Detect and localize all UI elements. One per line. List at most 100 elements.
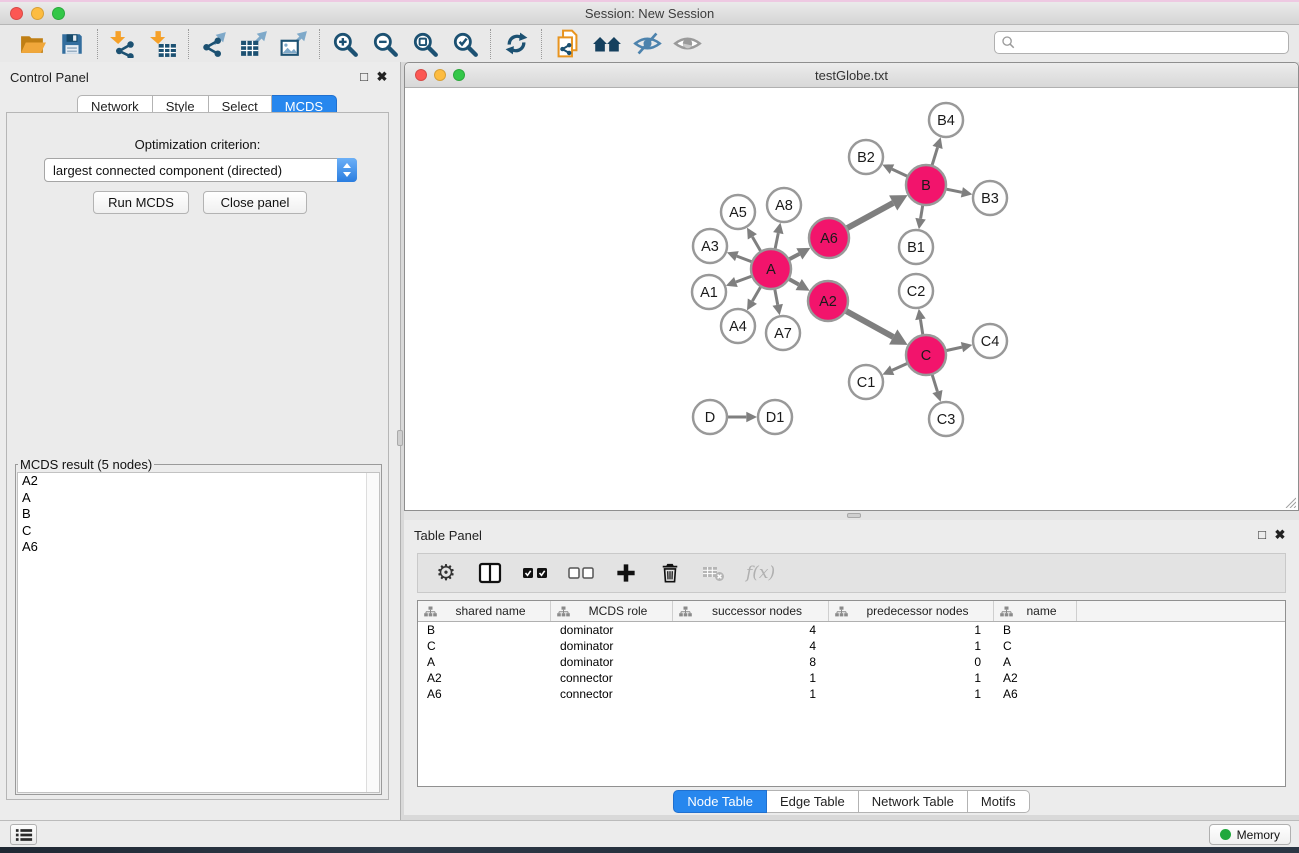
close-table-panel-icon[interactable]: ✖ xyxy=(1272,527,1288,543)
table-cell[interactable]: B xyxy=(418,622,551,638)
run-mcds-button[interactable]: Run MCDS xyxy=(93,191,189,214)
deselect-all-icon xyxy=(568,566,594,580)
select-all-checked-icon xyxy=(522,566,548,580)
table-cell[interactable]: C xyxy=(418,638,551,654)
table-cell[interactable]: B xyxy=(994,622,1077,638)
result-item[interactable]: A6 xyxy=(18,539,379,556)
node-label: B3 xyxy=(981,191,999,207)
table-cell[interactable]: A xyxy=(418,654,551,670)
import-network-button[interactable] xyxy=(103,28,143,60)
table-cell[interactable]: dominator xyxy=(551,622,673,638)
hide-selected-button[interactable] xyxy=(627,28,667,60)
optimization-criterion-select[interactable]: largest connected component (directed) xyxy=(44,158,357,182)
export-table-button[interactable] xyxy=(234,28,274,60)
close-panel-button[interactable]: Close panel xyxy=(203,191,307,214)
zoom-out-button[interactable] xyxy=(365,28,405,60)
table-cell[interactable]: connector xyxy=(551,670,673,686)
tab-motifs[interactable]: Motifs xyxy=(968,790,1030,813)
node-label: A1 xyxy=(700,285,718,301)
table-header-row: shared nameMCDS rolesuccessor nodesprede… xyxy=(418,601,1285,622)
table-cell[interactable]: A6 xyxy=(994,686,1077,702)
table-cell[interactable]: 1 xyxy=(829,638,994,654)
table-settings-button[interactable]: ⚙ xyxy=(434,559,458,587)
table-cell[interactable]: 8 xyxy=(673,654,829,670)
table-cell[interactable]: 1 xyxy=(673,670,829,686)
tab-node-table[interactable]: Node Table xyxy=(673,790,767,813)
table-row[interactable]: A6connector11A6 xyxy=(418,686,1285,702)
double-house-button[interactable] xyxy=(587,28,627,60)
mcds-result-list[interactable]: A2ABCA6 xyxy=(17,472,380,793)
float-table-panel-icon[interactable]: □ xyxy=(1254,527,1270,542)
column-header-shared-name[interactable]: shared name xyxy=(418,601,551,621)
network-canvas[interactable]: B4B2BB3A5A8A6B1A3AA1C2A2A4A7C4CC1C3DD1 xyxy=(405,88,1298,510)
search-field[interactable] xyxy=(994,31,1289,54)
memory-label: Memory xyxy=(1237,828,1280,842)
column-header-predecessor-nodes[interactable]: predecessor nodes xyxy=(829,601,994,621)
memory-button[interactable]: Memory xyxy=(1209,824,1291,845)
result-item[interactable]: C xyxy=(18,523,379,540)
table-row[interactable]: Adominator80A xyxy=(418,654,1285,670)
vertical-splitter-handle[interactable] xyxy=(397,430,403,446)
select-all-button[interactable] xyxy=(522,559,548,587)
table-cell[interactable]: 1 xyxy=(829,670,994,686)
memory-status-icon xyxy=(1220,829,1231,840)
function-builder-button[interactable]: f(x) xyxy=(746,559,775,587)
import-table-button[interactable] xyxy=(143,28,183,60)
result-item[interactable]: B xyxy=(18,506,379,523)
tab-edge-table[interactable]: Edge Table xyxy=(767,790,859,813)
show-all-button[interactable] xyxy=(667,28,707,60)
column-header-MCDS-role[interactable]: MCDS role xyxy=(551,601,673,621)
zoom-fit-button[interactable] xyxy=(405,28,445,60)
column-header-successor-nodes[interactable]: successor nodes xyxy=(673,601,829,621)
tab-network-table[interactable]: Network Table xyxy=(859,790,968,813)
refresh-layout-button[interactable] xyxy=(496,28,536,60)
table-tabs: Node Table Edge Table Network Table Moti… xyxy=(404,790,1299,813)
task-history-button[interactable] xyxy=(10,824,37,845)
delete-column-button[interactable] xyxy=(658,559,682,587)
zoom-in-button[interactable] xyxy=(325,28,365,60)
table-cell[interactable]: 4 xyxy=(673,622,829,638)
export-network-button[interactable] xyxy=(194,28,234,60)
result-item[interactable]: A2 xyxy=(18,473,379,490)
table-cell[interactable]: 0 xyxy=(829,654,994,670)
table-cell[interactable]: A2 xyxy=(418,670,551,686)
table-cell[interactable]: A xyxy=(994,654,1077,670)
result-item[interactable]: A xyxy=(18,490,379,507)
table-cell[interactable]: A6 xyxy=(418,686,551,702)
node-label: C4 xyxy=(981,334,1000,350)
copy-network-button[interactable] xyxy=(547,28,587,60)
table-cell[interactable]: dominator xyxy=(551,654,673,670)
table-cell[interactable]: 1 xyxy=(673,686,829,702)
table-row[interactable]: Bdominator41B xyxy=(418,622,1285,638)
node-table[interactable]: shared nameMCDS rolesuccessor nodesprede… xyxy=(417,600,1286,787)
save-session-button[interactable] xyxy=(52,28,92,60)
split-view-button[interactable] xyxy=(478,559,502,587)
horizontal-splitter-handle[interactable] xyxy=(847,513,861,518)
table-cell[interactable]: 4 xyxy=(673,638,829,654)
table-row[interactable]: Cdominator41C xyxy=(418,638,1285,654)
node-label: D1 xyxy=(766,410,785,426)
table-cell[interactable]: C xyxy=(994,638,1077,654)
resize-grip-icon[interactable] xyxy=(1284,496,1296,508)
table-cell[interactable]: connector xyxy=(551,686,673,702)
zoom-selected-button[interactable] xyxy=(445,28,485,60)
close-panel-icon[interactable]: ✖ xyxy=(374,69,390,85)
column-header-name[interactable]: name xyxy=(994,601,1077,621)
add-column-button[interactable] xyxy=(614,559,638,587)
table-cell[interactable]: A2 xyxy=(994,670,1077,686)
network-window-titlebar[interactable]: testGlobe.txt xyxy=(405,63,1298,88)
node-label: B4 xyxy=(937,113,955,129)
gear-icon: ⚙ xyxy=(436,561,456,585)
result-scrollbar[interactable] xyxy=(366,473,379,792)
table-row[interactable]: A2connector11A2 xyxy=(418,670,1285,686)
open-file-button[interactable] xyxy=(12,28,52,60)
horizontal-splitter[interactable] xyxy=(404,511,1299,520)
table-cell[interactable]: 1 xyxy=(829,622,994,638)
export-image-button[interactable] xyxy=(274,28,314,60)
deselect-all-button[interactable] xyxy=(568,559,594,587)
float-panel-icon[interactable]: □ xyxy=(356,69,372,84)
table-cell[interactable]: dominator xyxy=(551,638,673,654)
table-cell[interactable]: 1 xyxy=(829,686,994,702)
delete-table-button[interactable] xyxy=(702,559,726,587)
search-input[interactable] xyxy=(1016,34,1288,52)
